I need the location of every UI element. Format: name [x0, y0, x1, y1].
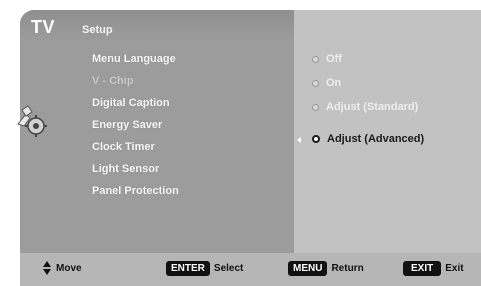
menu-item-energy-saver[interactable]: Energy Saver [92, 119, 162, 131]
exit-key[interactable]: EXIT [403, 260, 442, 276]
option-adjust-advanced[interactable]: Adjust (Advanced) [312, 132, 424, 146]
enter-key[interactable]: ENTER [166, 260, 210, 276]
option-on[interactable]: On [312, 76, 341, 90]
option-adjust-standard[interactable]: Adjust (Standard) [312, 100, 418, 114]
menu-item-light-sensor[interactable]: Light Sensor [92, 163, 159, 175]
option-label: Adjust (Standard) [326, 101, 419, 113]
menu-item-digital-caption[interactable]: Digital Caption [92, 97, 170, 109]
menu-key[interactable]: MENU [288, 260, 328, 276]
input-mode-label: TV [31, 17, 56, 37]
page-title: Setup [82, 24, 113, 36]
radio-icon [312, 79, 319, 87]
up-down-arrows-icon [43, 261, 52, 275]
osd-menu-window: TV Setup [20, 10, 481, 286]
hint-move-label: Move [56, 262, 82, 274]
menu-item-v-chip: V - Chip [92, 75, 134, 87]
option-off[interactable]: Off [312, 52, 342, 66]
option-label: Adjust (Advanced) [327, 133, 425, 145]
hint-select[interactable]: ENTER Select [166, 260, 243, 276]
hint-exit[interactable]: EXIT Exit [403, 260, 464, 276]
option-label: Off [326, 53, 342, 65]
hint-exit-label: Exit [445, 262, 464, 274]
hint-return-label: Return [331, 262, 364, 274]
hint-select-label: Select [213, 262, 244, 274]
option-label: On [326, 77, 342, 89]
radio-icon [312, 103, 319, 111]
tv-screen: TV Setup Menu Language V - Chip Digital … [0, 0, 481, 286]
radio-icon [312, 55, 319, 63]
hint-move: Move [43, 260, 82, 276]
menu-item-panel-protection[interactable]: Panel Protection [92, 185, 179, 197]
menu-item-clock-timer[interactable]: Clock Timer [92, 141, 155, 153]
setup-gear-icon [17, 105, 47, 137]
menu-item-menu-language[interactable]: Menu Language [92, 53, 176, 65]
menu-panel [20, 44, 294, 253]
radio-selected-icon [312, 135, 320, 143]
hint-return[interactable]: MENU Return [288, 260, 364, 276]
submenu-pointer-icon [297, 137, 301, 143]
